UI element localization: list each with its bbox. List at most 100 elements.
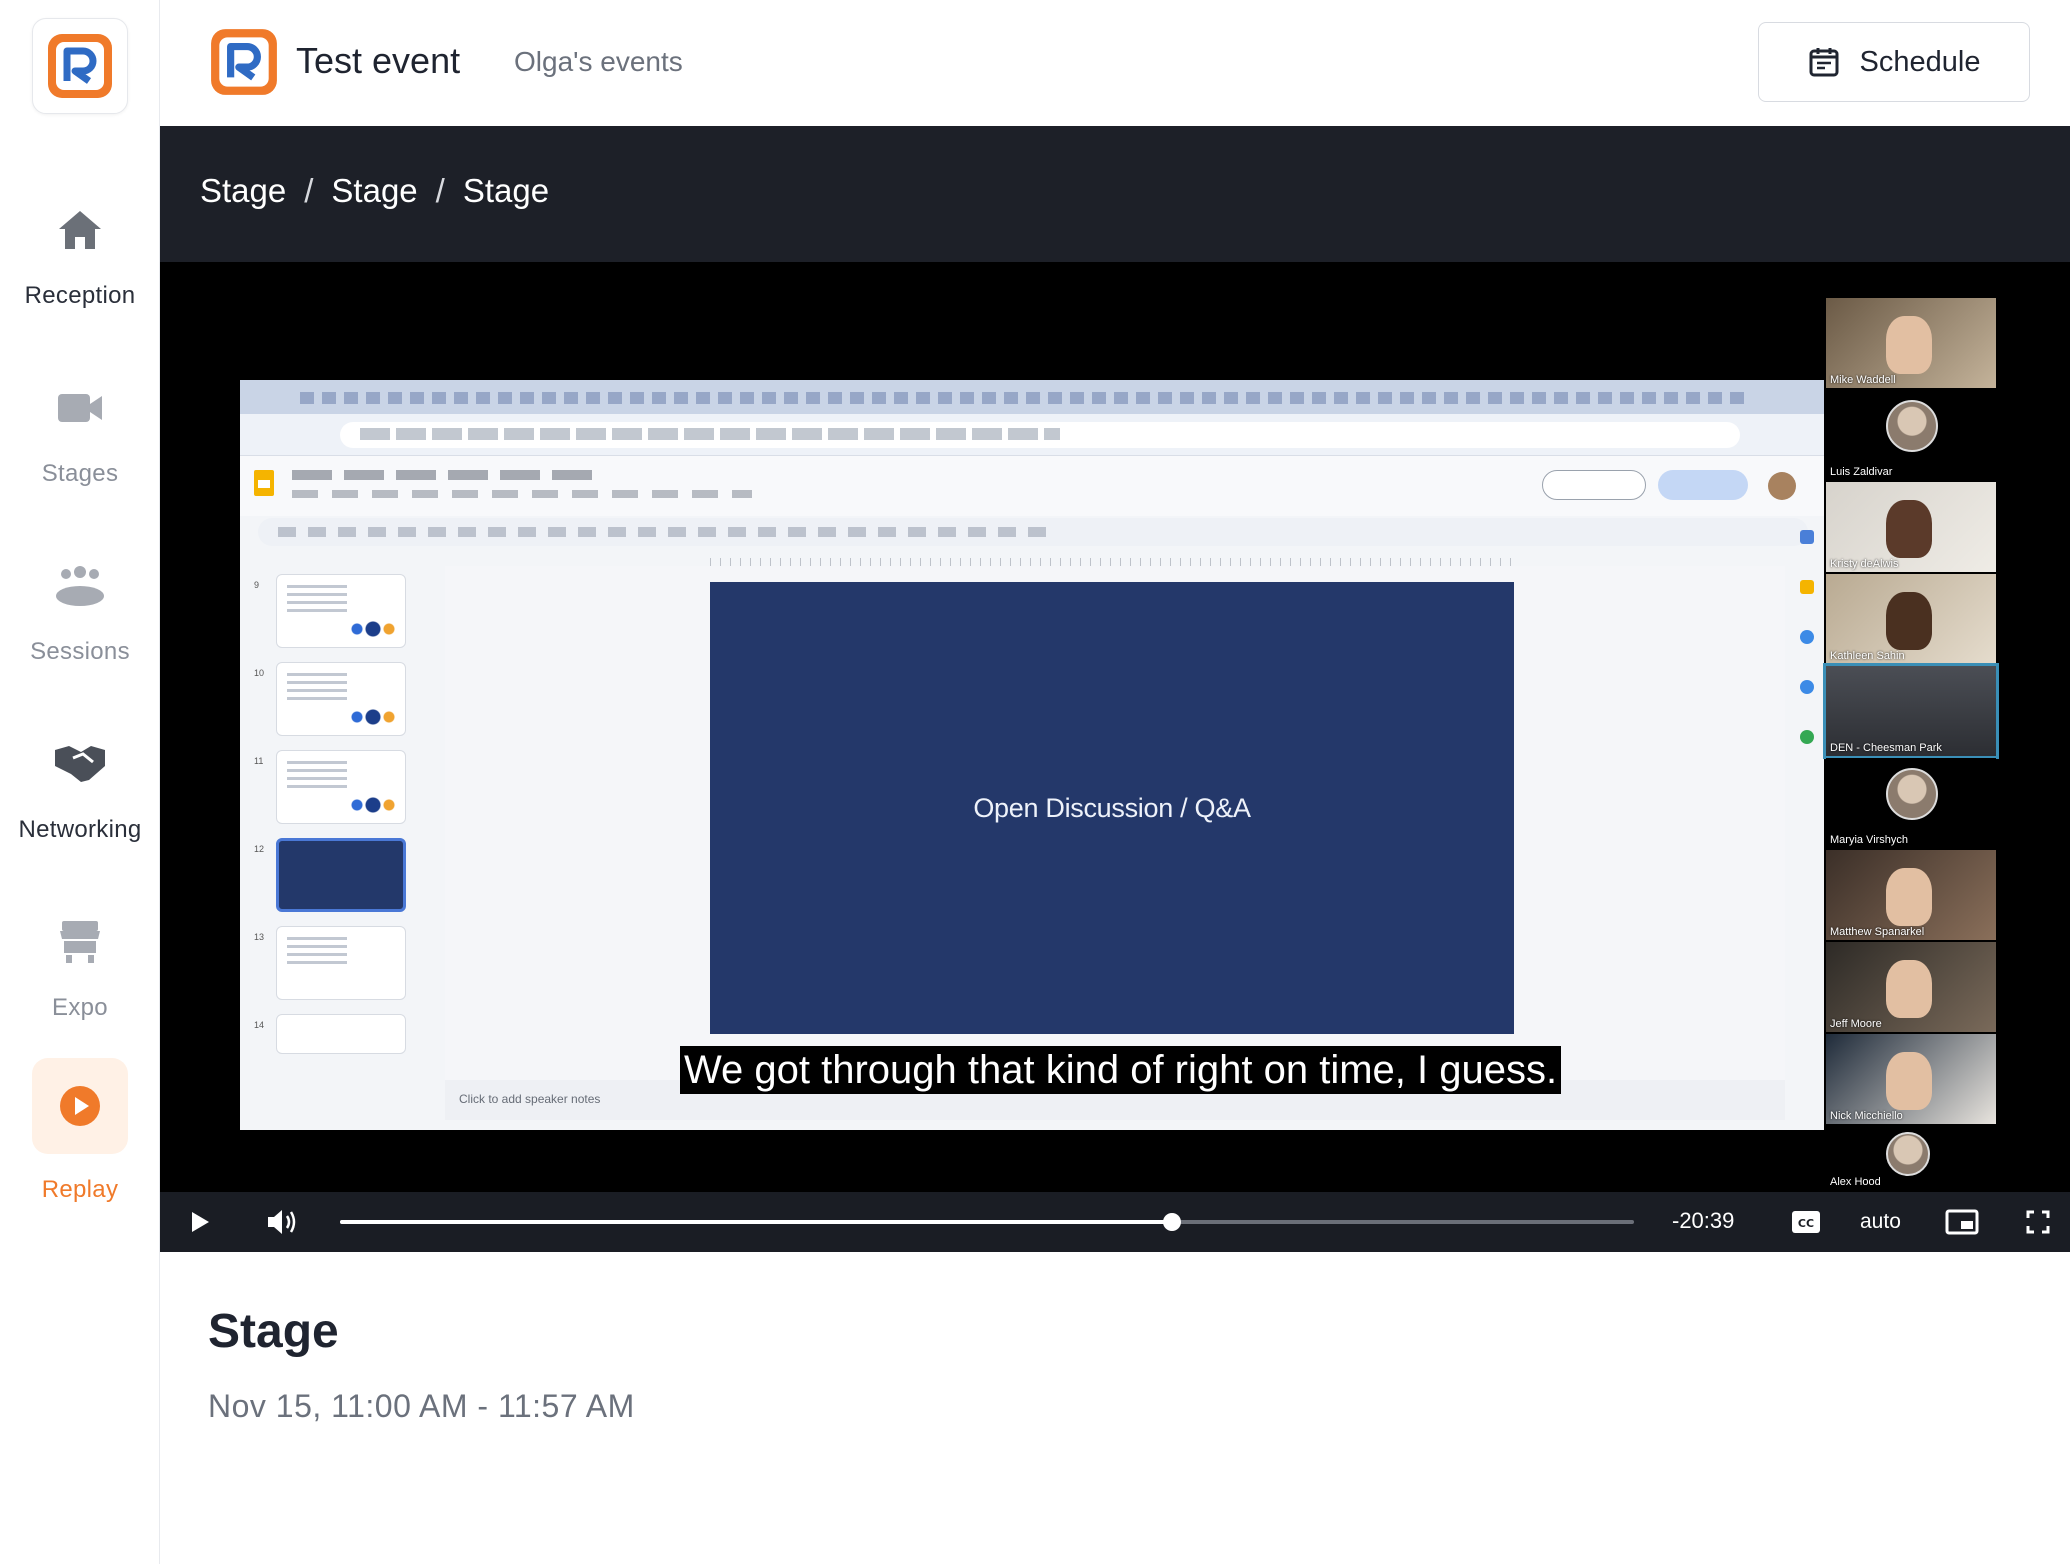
calendar-icon [1809,48,1839,77]
schedule-button-label: Schedule [1859,45,1981,78]
speaker-notes-placeholder: Click to add speaker notes [459,1092,601,1106]
participant-tile: Mike Waddell [1826,298,1996,388]
app-logo[interactable] [32,18,128,114]
session-time: Nov 15, 11:00 AM - 11:57 AM [208,1388,635,1424]
participant-gallery: Mike Waddell Luis Zaldivar Kristy deAlwi… [1823,298,1999,1198]
session-title: Stage [208,1305,339,1358]
participant-tile: Alex Hood [1826,1126,1996,1190]
participant-name: Maryia Virshych [1830,834,1909,846]
picture-in-picture-icon [1945,1209,1979,1235]
current-slide: Open Discussion / Q&A [710,582,1514,1034]
people-group-icon [50,556,110,616]
docs-toolbar [258,518,1808,546]
play-circle-icon [32,1058,128,1154]
schedule-button[interactable]: Schedule [1758,22,2030,102]
closed-caption: We got through that kind of right on tim… [680,1046,1562,1094]
sidebar-item-label: Expo [52,994,108,1021]
video-controls: -20:39 CC auto [160,1192,2070,1252]
r-logo-icon [48,34,112,98]
sidebar-item-expo[interactable]: Expo [0,882,160,1032]
volume-icon [268,1210,296,1234]
browser-tabs [240,380,1824,414]
participant-tile: Matthew Spanarkel [1826,850,1996,940]
slide-thumbnail-selected [276,838,406,912]
thumb-number: 10 [254,668,265,678]
slide-thumbnail [276,574,406,648]
time-remaining: -20:39 [1672,1208,1735,1233]
video-camera-icon [50,378,110,438]
slide-thumbnails: 9 10 11 12 13 14 [240,550,440,1120]
breadcrumb-separator: / [435,172,445,209]
sidebar-item-label: Sessions [30,638,130,665]
sidebar-item-label: Stages [41,460,119,487]
participant-tile: Kathleen Sahin [1826,574,1996,664]
captions-button[interactable]: CC [1784,1192,1828,1252]
app-root: Reception Stages Sessions Networking Exp [0,0,2070,1564]
sidebar-item-stages[interactable]: Stages [0,348,160,498]
quality-selector[interactable]: auto [1860,1210,1901,1234]
breadcrumb-separator: / [304,172,314,209]
picture-in-picture-button[interactable] [1940,1192,1984,1252]
video-player[interactable]: 9 10 11 12 13 14 Open Discussion / Q&A C… [160,262,2070,1252]
event-title: Test event [296,40,461,81]
participant-tile: Nick Micchiello [1826,1034,1996,1124]
participant-tile: Luis Zaldivar [1826,390,1996,480]
participant-name: Mike Waddell [1830,374,1896,386]
participant-name: Kathleen Sahin [1830,650,1905,662]
organizer-link[interactable]: Olga's events [514,46,683,78]
progress-handle[interactable] [1163,1213,1182,1231]
participant-name: Jeff Moore [1830,1018,1882,1030]
thumb-number: 13 [254,932,265,942]
participant-tile: Kristy deAlwis [1826,482,1996,572]
shared-screen: 9 10 11 12 13 14 Open Discussion / Q&A C… [240,380,1824,1130]
progress-bar[interactable] [340,1213,1634,1231]
participant-tile: Maryia Virshych [1826,758,1996,848]
fullscreen-button[interactable] [2016,1192,2060,1252]
play-button[interactable] [178,1192,222,1252]
storefront-icon [50,912,110,972]
slides-icon [254,470,274,496]
thumb-number: 11 [254,756,264,766]
sidebar-item-sessions[interactable]: Sessions [0,526,160,676]
sidebar: Reception Stages Sessions Networking Exp [0,0,160,1564]
thumb-number: 9 [254,580,260,590]
sidebar-item-label: Networking [18,816,142,843]
browser-urlbar [240,414,1824,456]
slide-text: Open Discussion / Q&A [973,792,1251,823]
svg-text:CC: CC [1798,1217,1814,1230]
sidebar-item-replay[interactable]: Replay [0,1058,160,1208]
home-icon [50,200,110,260]
slide-thumbnail [276,1014,406,1054]
sidebar-item-label: Replay [41,1176,119,1203]
play-icon [192,1212,209,1232]
event-logo [208,26,280,98]
participant-name: DEN - Cheesman Park [1830,742,1942,754]
breadcrumb-item[interactable]: Stage [463,172,549,210]
slide-thumbnail [276,926,406,1000]
breadcrumb-item[interactable]: Stage [331,172,417,210]
participant-name: Kristy deAlwis [1830,558,1899,570]
participant-name: Nick Micchiello [1830,1110,1903,1122]
thumb-number: 12 [254,844,265,854]
docs-side-panel [1788,520,1824,1120]
slide-thumbnail [276,662,406,736]
handshake-icon [50,734,110,794]
participant-name: Luis Zaldivar [1830,466,1893,478]
progress-fill [340,1220,1173,1224]
participant-tile: Jeff Moore [1826,942,1996,1032]
slide-thumbnail [276,750,406,824]
breadcrumb-item[interactable]: Stage [200,172,286,210]
fullscreen-icon [2026,1210,2050,1234]
thumb-number: 14 [254,1020,265,1030]
sidebar-item-label: Reception [24,282,136,309]
closed-captions-icon: CC [1792,1211,1820,1233]
participant-name: Alex Hood [1830,1176,1881,1188]
stage-band: Stage / Stage / Stage [160,126,2070,262]
r-logo-icon [211,29,277,95]
ruler [710,558,1514,566]
participant-name: Matthew Spanarkel [1830,926,1925,938]
participant-tile-active: DEN - Cheesman Park [1823,663,1999,759]
volume-button[interactable] [260,1192,304,1252]
sidebar-item-networking[interactable]: Networking [0,704,160,854]
sidebar-item-reception[interactable]: Reception [0,170,160,320]
